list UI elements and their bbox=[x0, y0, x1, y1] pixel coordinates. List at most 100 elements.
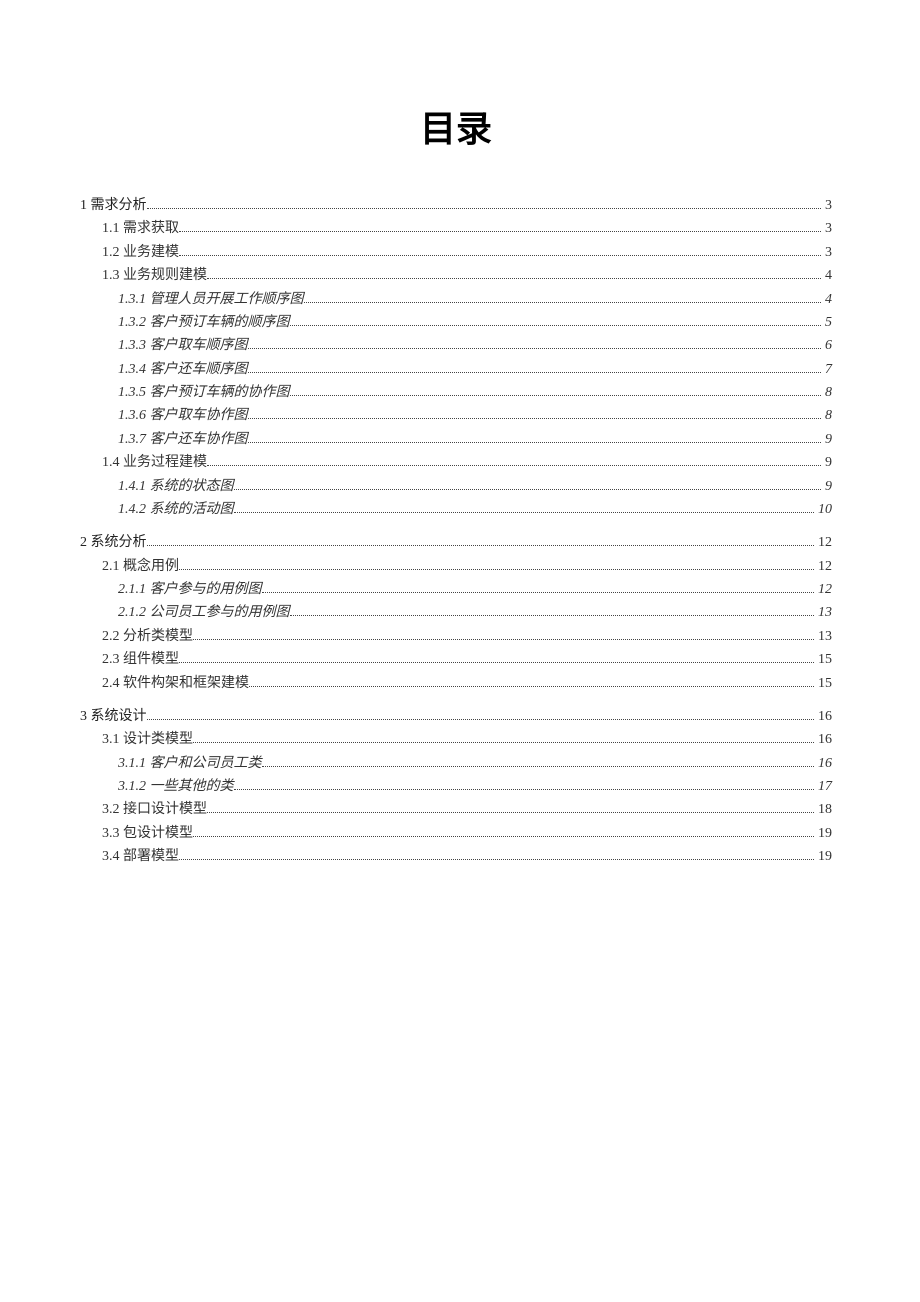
toc-leader-dots bbox=[193, 742, 814, 743]
toc-entry-page: 8 bbox=[823, 404, 832, 427]
toc-entry-label: 2 系统分析 bbox=[80, 531, 147, 554]
toc-entry-label: 1.4.2 系统的活动图 bbox=[118, 498, 234, 521]
toc-leader-dots bbox=[304, 302, 822, 303]
toc-entry[interactable]: 2.1 概念用例 12 bbox=[80, 555, 832, 578]
toc-entry-page: 17 bbox=[816, 775, 832, 798]
toc-leader-dots bbox=[248, 372, 822, 373]
toc-entry[interactable]: 1.3.4 客户还车顺序图 7 bbox=[80, 358, 832, 381]
toc-leader-dots bbox=[290, 395, 822, 396]
toc-entry[interactable]: 1.3.3 客户取车顺序图 6 bbox=[80, 334, 832, 357]
toc-entry[interactable]: 3.2 接口设计模型 18 bbox=[80, 798, 832, 821]
toc-entry-page: 7 bbox=[823, 358, 832, 381]
toc-leader-dots bbox=[234, 789, 815, 790]
toc-entry[interactable]: 1.3 业务规则建模 4 bbox=[80, 264, 832, 287]
toc-entry-page: 16 bbox=[816, 728, 832, 751]
toc-leader-dots bbox=[179, 859, 814, 860]
toc-leader-dots bbox=[193, 639, 814, 640]
toc-entry-label: 1.3.1 管理人员开展工作顺序图 bbox=[118, 288, 304, 311]
toc-entry-page: 12 bbox=[816, 578, 832, 601]
toc-entry-label: 1.3 业务规则建模 bbox=[102, 264, 207, 287]
toc-leader-dots bbox=[207, 465, 821, 466]
toc-entry[interactable]: 3 系统设计16 bbox=[80, 705, 832, 728]
toc-entry-page: 15 bbox=[816, 672, 832, 695]
toc-leader-dots bbox=[179, 231, 821, 232]
toc-entry-page: 18 bbox=[816, 798, 832, 821]
toc-container: 1 需求分析31.1 需求获取31.2 业务建模31.3 业务规则建模41.3.… bbox=[80, 194, 832, 869]
toc-leader-dots bbox=[207, 278, 821, 279]
toc-entry-page: 3 bbox=[823, 194, 832, 217]
toc-leader-dots bbox=[262, 766, 815, 767]
toc-entry-label: 3.1.1 客户和公司员工类 bbox=[118, 752, 262, 775]
toc-entry-page: 15 bbox=[816, 648, 832, 671]
toc-entry-label: 1.3.5 客户预订车辆的协作图 bbox=[118, 381, 290, 404]
toc-leader-dots bbox=[234, 489, 822, 490]
toc-leader-dots bbox=[179, 662, 814, 663]
toc-entry[interactable]: 1.2 业务建模3 bbox=[80, 241, 832, 264]
toc-leader-dots bbox=[147, 208, 822, 209]
toc-entry[interactable]: 1 需求分析 3 bbox=[80, 194, 832, 217]
toc-entry[interactable]: 1.1 需求获取3 bbox=[80, 217, 832, 240]
toc-entry-label: 3.1.2 一些其他的类 bbox=[118, 775, 234, 798]
toc-entry[interactable]: 2 系统分析12 bbox=[80, 531, 832, 554]
toc-leader-dots bbox=[179, 255, 821, 256]
toc-entry[interactable]: 3.4 部署模型 19 bbox=[80, 845, 832, 868]
toc-entry-page: 4 bbox=[823, 288, 832, 311]
toc-entry-label: 3.4 部署模型 bbox=[102, 845, 179, 868]
toc-entry[interactable]: 3.3 包设计模型 19 bbox=[80, 822, 832, 845]
toc-entry-page: 8 bbox=[823, 381, 832, 404]
toc-entry-label: 1.4.1 系统的状态图 bbox=[118, 475, 234, 498]
toc-entry-page: 16 bbox=[816, 752, 832, 775]
toc-title: 目录 bbox=[80, 100, 832, 152]
toc-leader-dots bbox=[248, 442, 822, 443]
toc-entry[interactable]: 2.2 分析类模型13 bbox=[80, 625, 832, 648]
toc-entry-label: 2.4 软件构架和框架建模 bbox=[102, 672, 249, 695]
toc-entry-page: 19 bbox=[816, 822, 832, 845]
toc-entry-page: 9 bbox=[823, 428, 832, 451]
toc-entry[interactable]: 1.3.5 客户预订车辆的协作图 8 bbox=[80, 381, 832, 404]
toc-entry-label: 2.1 概念用例 bbox=[102, 555, 179, 578]
toc-entry-page: 9 bbox=[823, 475, 832, 498]
toc-entry-page: 9 bbox=[823, 451, 832, 474]
toc-entry-label: 2.1.1 客户参与的用例图 bbox=[118, 578, 262, 601]
toc-leader-dots bbox=[147, 545, 815, 546]
toc-entry[interactable]: 2.1.2 公司员工参与的用例图 13 bbox=[80, 601, 832, 624]
toc-leader-dots bbox=[193, 836, 814, 837]
toc-entry-label: 1.3.2 客户预订车辆的顺序图 bbox=[118, 311, 290, 334]
toc-entry-label: 1 需求分析 bbox=[80, 194, 147, 217]
toc-entry-label: 3 系统设计 bbox=[80, 705, 147, 728]
toc-entry-label: 1.3.7 客户还车协作图 bbox=[118, 428, 248, 451]
toc-entry-page: 5 bbox=[823, 311, 832, 334]
toc-entry-label: 3.2 接口设计模型 bbox=[102, 798, 207, 821]
toc-entry[interactable]: 2.1.1 客户参与的用例图 12 bbox=[80, 578, 832, 601]
toc-entry-page: 12 bbox=[816, 555, 832, 578]
toc-entry-label: 1.4 业务过程建模 bbox=[102, 451, 207, 474]
toc-entry-label: 1.3.6 客户取车协作图 bbox=[118, 404, 248, 427]
toc-entry-page: 19 bbox=[816, 845, 832, 868]
toc-entry[interactable]: 3.1.2 一些其他的类 17 bbox=[80, 775, 832, 798]
toc-entry[interactable]: 1.3.1 管理人员开展工作顺序图 4 bbox=[80, 288, 832, 311]
toc-entry[interactable]: 1.3.7 客户还车协作图 9 bbox=[80, 428, 832, 451]
toc-entry[interactable]: 3.1 设计类模型16 bbox=[80, 728, 832, 751]
toc-entry-label: 3.3 包设计模型 bbox=[102, 822, 193, 845]
toc-entry-page: 6 bbox=[823, 334, 832, 357]
toc-entry[interactable]: 1.3.2 客户预订车辆的顺序图 5 bbox=[80, 311, 832, 334]
toc-entry[interactable]: 3.1.1 客户和公司员工类 16 bbox=[80, 752, 832, 775]
toc-entry-label: 1.3.3 客户取车顺序图 bbox=[118, 334, 248, 357]
toc-entry-label: 2.1.2 公司员工参与的用例图 bbox=[118, 601, 290, 624]
toc-entry-label: 1.2 业务建模 bbox=[102, 241, 179, 264]
toc-entry[interactable]: 1.4 业务过程建模 9 bbox=[80, 451, 832, 474]
toc-entry-label: 1.3.4 客户还车顺序图 bbox=[118, 358, 248, 381]
toc-entry[interactable]: 1.4.2 系统的活动图 10 bbox=[80, 498, 832, 521]
toc-entry-page: 4 bbox=[823, 264, 832, 287]
toc-leader-dots bbox=[248, 348, 822, 349]
toc-entry-page: 10 bbox=[816, 498, 832, 521]
toc-entry[interactable]: 2.3 组件模型15 bbox=[80, 648, 832, 671]
toc-entry[interactable]: 2.4 软件构架和框架建模 15 bbox=[80, 672, 832, 695]
toc-leader-dots bbox=[290, 325, 822, 326]
toc-entry[interactable]: 1.3.6 客户取车协作图 8 bbox=[80, 404, 832, 427]
toc-leader-dots bbox=[179, 569, 814, 570]
toc-leader-dots bbox=[147, 719, 815, 720]
toc-entry[interactable]: 1.4.1 系统的状态图 9 bbox=[80, 475, 832, 498]
toc-entry-page: 13 bbox=[816, 601, 832, 624]
toc-leader-dots bbox=[234, 512, 815, 513]
